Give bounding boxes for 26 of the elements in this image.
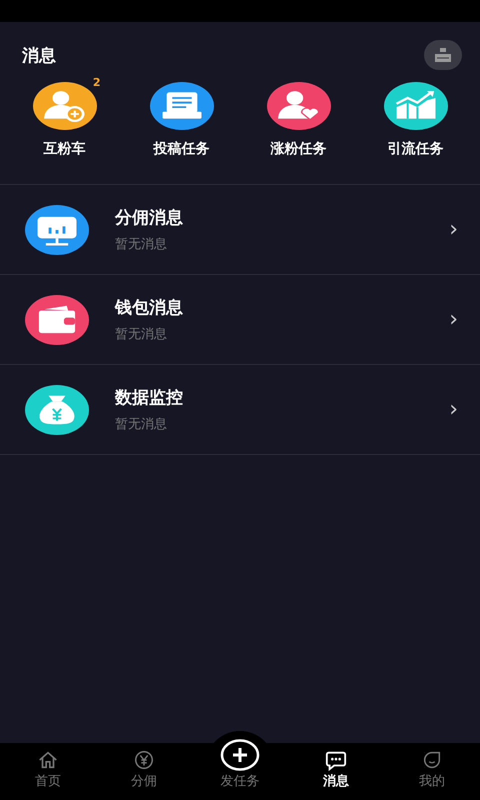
tab[interactable]: 消息: [288, 743, 384, 800]
tab[interactable]: 首页: [0, 743, 96, 800]
chevron-icon: ›: [449, 397, 458, 422]
tab[interactable]: 我的: [384, 743, 480, 800]
shortcut-label[interactable]: 互粉车: [44, 140, 86, 158]
yen-coin-icon: [132, 749, 156, 771]
page-title: 消息: [22, 44, 56, 66]
clear-button[interactable]: [424, 40, 462, 70]
message-subtitle: 暂无消息: [115, 326, 168, 343]
shortcut-label[interactable]: 引流任务: [388, 140, 444, 158]
chevron-icon: ›: [449, 217, 458, 242]
tab[interactable]: 发任务: [192, 743, 288, 800]
count-label: 2: [92, 76, 100, 89]
message-title: 钱包消息: [115, 297, 184, 319]
message-subtitle: 暂无消息: [115, 236, 168, 253]
shortcut-label[interactable]: 涨粉任务: [270, 140, 326, 158]
shortcut-label[interactable]: 投稿任务: [154, 140, 210, 158]
message-row[interactable]: 分佣消息 暂无消息 ›: [0, 185, 480, 275]
message-subtitle: 暂无消息: [115, 416, 168, 433]
message-row[interactable]: 数据监控 暂无消息 ›: [0, 365, 480, 455]
message-row[interactable]: 钱包消息 暂无消息 ›: [0, 275, 480, 365]
message-title: 数据监控: [115, 387, 184, 409]
tab[interactable]: 分佣: [96, 743, 192, 800]
message-title: 分佣消息: [115, 207, 184, 229]
chat-bubble-icon: [324, 749, 348, 771]
chevron-icon: ›: [449, 307, 458, 332]
